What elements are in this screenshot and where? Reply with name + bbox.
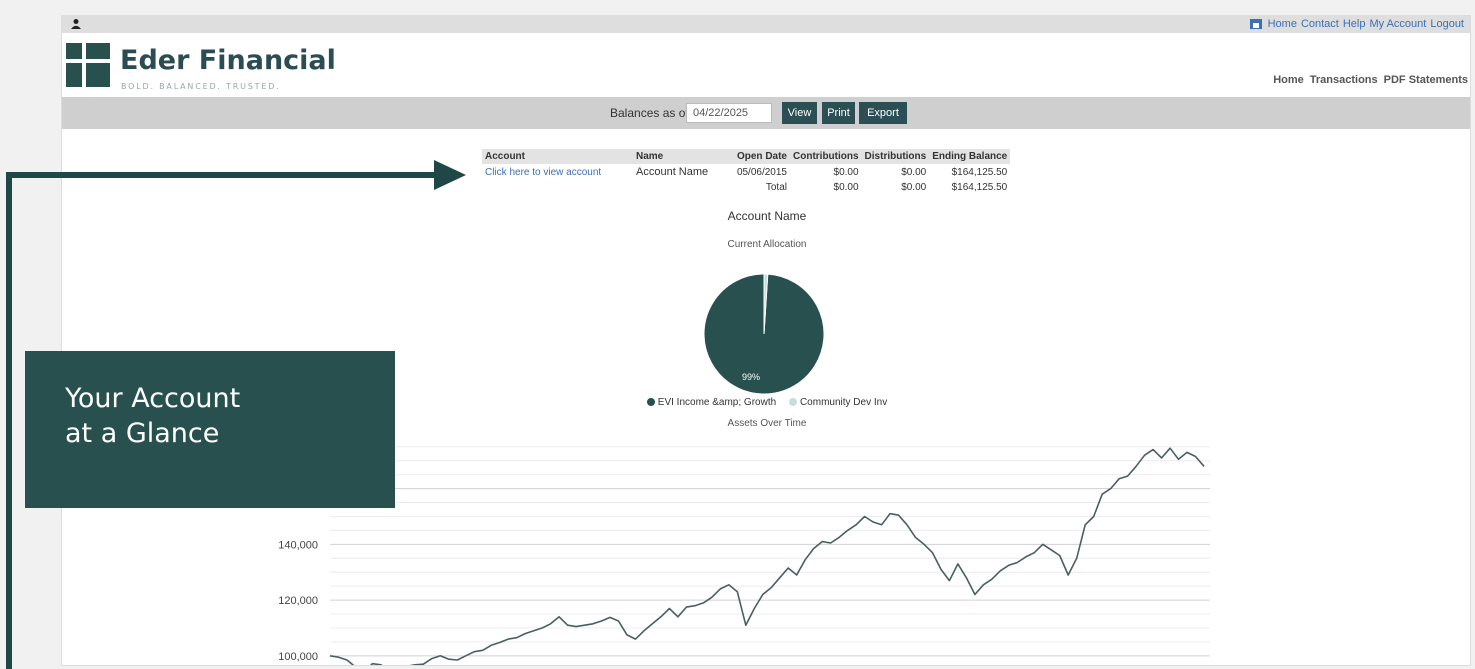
empty-cell (482, 180, 633, 195)
user-icon[interactable] (70, 18, 82, 30)
app-window: Home Contact Help My Account Logout Eder… (61, 15, 1471, 666)
y-tick-label: 100,000 (278, 651, 318, 663)
contributions-cell: $0.00 (833, 166, 859, 178)
callout-line: at a Glance (65, 418, 220, 449)
empty-cell (633, 180, 729, 195)
total-distributions: $0.00 (901, 182, 927, 193)
top-link-help[interactable]: Help (1343, 18, 1366, 30)
account-chart-title: Account Name (727, 209, 807, 223)
table-total-row: Total $0.00 $0.00 $164,125.50 (482, 180, 1010, 195)
header: Eder Financial BOLD. BALANCED. TRUSTED. … (62, 33, 1470, 97)
account-name-cell: Account Name (636, 166, 709, 178)
view-button[interactable]: View (782, 102, 817, 124)
legend-item[interactable]: EVI Income &amp; Growth (646, 397, 777, 408)
balance-date-input[interactable]: 04/22/2025 (686, 103, 772, 123)
main-nav: Home Transactions PDF Statements (1273, 74, 1468, 86)
top-link-logout[interactable]: Logout (1430, 18, 1464, 30)
col-ending-balance: Ending Balance (929, 149, 1011, 164)
col-distributions: Distributions (861, 149, 930, 164)
top-link-contact[interactable]: Contact (1301, 18, 1339, 30)
balances-toolbar: Balances as of 04/22/2025 View Print Exp… (62, 97, 1470, 129)
col-account: Account (482, 149, 633, 164)
arrow-vertical-line (6, 172, 12, 669)
top-links: Home Contact Help My Account Logout (1249, 18, 1464, 30)
top-link-my-account[interactable]: My Account (1369, 18, 1426, 30)
top-utility-bar: Home Contact Help My Account Logout (62, 16, 1470, 33)
legend-dot (788, 398, 797, 407)
total-ending-balance: $164,125.50 (951, 182, 1008, 193)
callout-line: Your Account (65, 383, 241, 414)
col-name: Name (633, 149, 729, 164)
y-tick-label: 140,000 (278, 539, 318, 551)
pie-data-label: 99% (742, 372, 761, 382)
home-icon[interactable] (1249, 19, 1262, 29)
logo-mark-icon[interactable] (66, 43, 110, 87)
nav-home[interactable]: Home (1273, 74, 1304, 86)
legend-item[interactable]: Community Dev Inv (788, 397, 888, 408)
account-table: Account Name Open Date Contributions Dis… (482, 149, 1011, 195)
assets-series-line (329, 447, 1205, 665)
allocation-pie-chart (703, 273, 825, 395)
ending-balance-cell: $164,125.50 (951, 166, 1008, 178)
col-contributions: Contributions (790, 149, 862, 164)
table-row: Click here to view account Account Name … (482, 164, 1010, 180)
balances-label: Balances as of (610, 106, 689, 120)
open-date-cell: 05/06/2015 (736, 166, 787, 178)
nav-transactions[interactable]: Transactions (1310, 74, 1378, 86)
brand-name: Eder Financial (120, 45, 336, 76)
top-link-home[interactable]: Home (1268, 18, 1297, 30)
y-tick-label: 120,000 (278, 595, 318, 607)
brand-tagline: BOLD. BALANCED. TRUSTED. (121, 82, 281, 91)
legend-label: Community Dev Inv (799, 397, 888, 408)
view-account-link[interactable]: Click here to view account (485, 167, 601, 178)
callout-box: Your Account at a Glance (25, 351, 395, 508)
table-header-row: Account Name Open Date Contributions Dis… (482, 149, 1011, 164)
legend-dot (646, 398, 655, 407)
export-button[interactable]: Export (859, 102, 907, 124)
distributions-cell: $0.00 (901, 166, 927, 178)
legend-label: EVI Income &amp; Growth (657, 397, 777, 408)
nav-pdf-statements[interactable]: PDF Statements (1384, 74, 1468, 86)
print-button[interactable]: Print (822, 102, 855, 124)
col-open-date: Open Date (729, 149, 790, 164)
account-cell: Click here to view account (482, 164, 633, 180)
total-contributions: $0.00 (833, 182, 859, 193)
allocation-chart-title: Current Allocation (727, 239, 807, 250)
total-label: Total (765, 182, 787, 193)
